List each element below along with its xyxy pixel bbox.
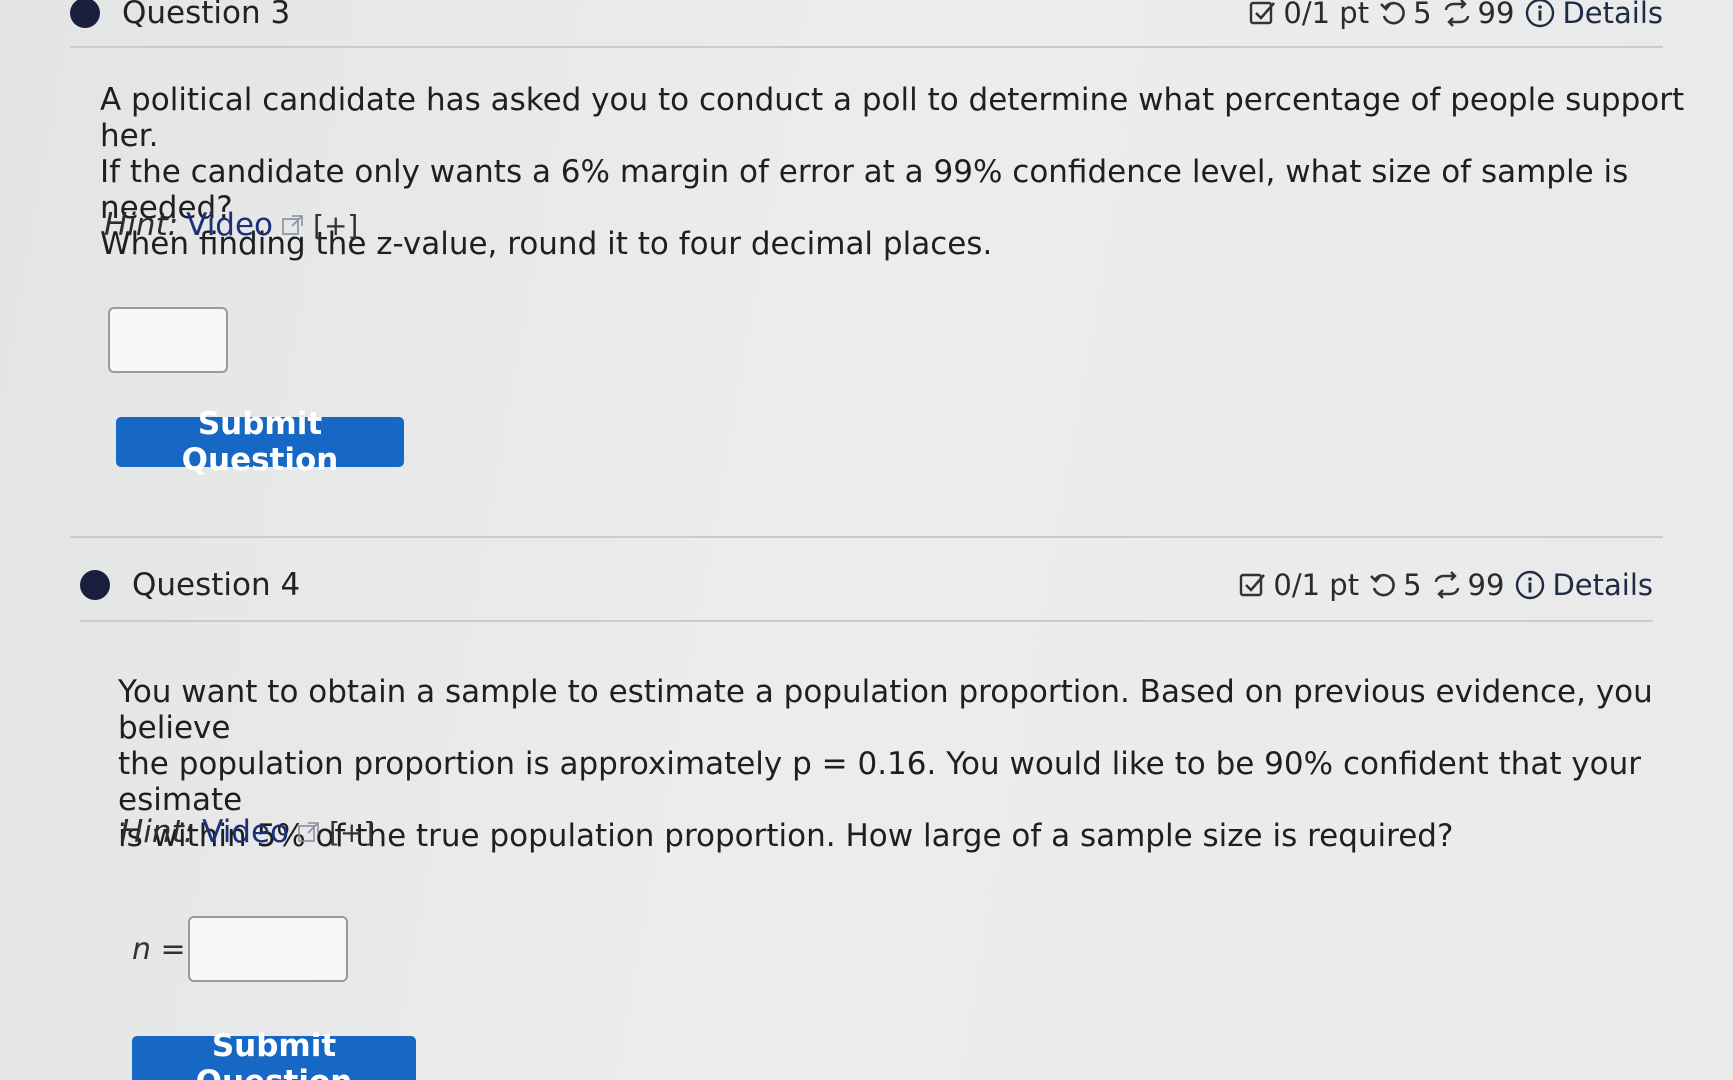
question-3-details-link[interactable]: Details <box>1524 0 1663 30</box>
info-icon <box>1516 570 1545 600</box>
question-3-answer-input[interactable] <box>108 307 228 373</box>
question-3-text-line: A political candidate has asked you to c… <box>100 82 1685 154</box>
hint-video-link[interactable]: Video <box>186 207 273 243</box>
question-separator <box>70 536 1663 538</box>
answer-n-label: n = <box>132 932 186 967</box>
question-4-text-line: the population proportion is approximate… <box>118 746 1642 818</box>
question-3-bullet <box>70 0 100 28</box>
question-4-hint: Hint: Video [+] <box>120 814 374 850</box>
homework-page: Question 3 0/1 pt 5 99 Details A politic… <box>0 0 1733 1080</box>
question-4-details-link[interactable]: Details <box>1514 568 1653 602</box>
hint-expand-link[interactable]: [+] <box>329 816 374 849</box>
question-4-title: Question 4 <box>132 567 301 603</box>
question-3-hint: Hint: Video [+] <box>104 207 358 243</box>
question-4-versions: 99 <box>1432 568 1504 602</box>
question-4-text-line: You want to obtain a sample to estimate … <box>118 674 1653 746</box>
question-4-points: 0/1 pt <box>1239 568 1359 602</box>
question-3-attempts: 5 <box>1379 0 1432 30</box>
question-4-header: Question 4 0/1 pt 5 99 Details <box>80 560 1653 610</box>
question-3-meta: 0/1 pt 5 99 Details <box>1249 0 1663 30</box>
question-3-submit-button[interactable]: Submit Question <box>116 406 404 478</box>
question-4-header-divider <box>80 620 1653 622</box>
versions-icon <box>1434 571 1459 599</box>
checkbox-icon <box>1240 573 1266 597</box>
external-link-icon <box>282 215 303 235</box>
question-3-title: Question 3 <box>122 0 291 31</box>
hint-video-link[interactable]: Video <box>202 814 289 850</box>
retry-icon <box>1380 1 1405 25</box>
question-3-header-divider <box>70 46 1663 48</box>
checkbox-icon <box>1250 1 1276 25</box>
external-link-icon <box>298 822 319 842</box>
versions-icon <box>1444 0 1469 27</box>
hint-label: Hint: <box>120 814 195 850</box>
question-4-submit-button[interactable]: Submit Question <box>132 1028 416 1080</box>
question-4-attempts: 5 <box>1369 568 1422 602</box>
retry-icon <box>1370 573 1395 597</box>
question-4-bullet <box>80 570 110 600</box>
question-4-meta: 0/1 pt 5 99 Details <box>1239 568 1653 602</box>
info-icon <box>1526 0 1555 28</box>
hint-label: Hint: <box>104 207 179 243</box>
hint-expand-link[interactable]: [+] <box>313 209 358 242</box>
question-4-answer-input[interactable] <box>188 916 348 982</box>
question-3-header: Question 3 0/1 pt 5 99 Details <box>70 0 1663 38</box>
question-3-versions: 99 <box>1442 0 1514 30</box>
question-3-points: 0/1 pt <box>1249 0 1369 30</box>
